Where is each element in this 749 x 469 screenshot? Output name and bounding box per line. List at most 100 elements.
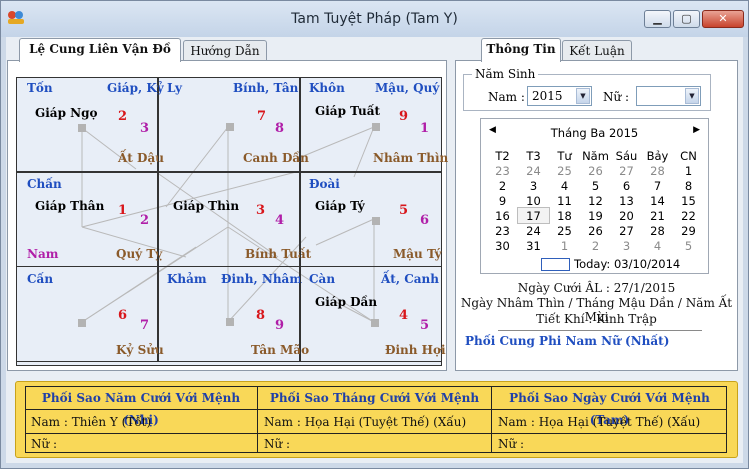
calendar-day[interactable]: 25 [549, 223, 580, 238]
calendar-day[interactable]: 17 [517, 207, 550, 224]
palace-name: Cấn [27, 272, 54, 286]
calendar-day[interactable]: 18 [549, 208, 580, 223]
palace-gname: Giáp Tuất [315, 104, 381, 118]
calendar-day[interactable]: 4 [642, 238, 673, 253]
calendar-day[interactable]: 19 [580, 208, 611, 223]
calendar-day[interactable]: 25 [549, 163, 580, 178]
calendar-grid: T2 T3 Tư Năm Sáu Bảy CN 23 24 25 26 27 28 1 2 3 4 5 6 7 8 9 1… [487, 148, 704, 253]
calendar[interactable]: ◀ Tháng Ba 2015 ▶ T2 T3 Tư Năm Sáu Bảy CN 23 24… [480, 118, 709, 274]
calendar-day[interactable]: 22 [673, 208, 704, 223]
calendar-day[interactable]: 9 [487, 193, 518, 208]
tab-ket-luan[interactable]: Kết Luận [562, 40, 632, 62]
palace-number-1: 9 [399, 109, 409, 124]
palace-center[interactable]: Giáp Thìn 3 4 Bính Tuất [158, 171, 311, 267]
calendar-day[interactable]: 2 [580, 238, 611, 253]
calendar-day[interactable]: 29 [673, 223, 704, 238]
calendar-day[interactable]: 20 [611, 208, 642, 223]
palace-can-northeast[interactable]: Cấn 6 7 Kỷ Sửu [16, 266, 164, 362]
palace-khon[interactable]: Khôn Mậu, Quý Giáp Tuất 9 1 Nhâm Thìn [300, 77, 448, 173]
nam-year-select[interactable]: 2015 ▼ [527, 86, 592, 106]
calendar-day[interactable]: 23 [487, 223, 518, 238]
palace-branch: Mậu Tý [393, 247, 442, 261]
palace-number-2: 6 [420, 213, 430, 228]
calendar-day[interactable]: 11 [549, 193, 580, 208]
palace-kham[interactable]: Khảm Đinh, Nhâm 8 9 Tân Mão [158, 266, 309, 362]
nam-result: Nam : Thiên Y (Tốt) [31, 415, 152, 429]
calendar-day[interactable]: 31 [518, 238, 549, 253]
calendar-day[interactable]: 12 [580, 193, 611, 208]
palace-can: Mậu, Quý [375, 81, 440, 95]
palace-name: Tốn [27, 81, 53, 95]
palace-chan[interactable]: Chấn Giáp Thân 1 2 Nam Quý Tỵ [16, 171, 162, 267]
calendar-day[interactable]: 4 [549, 178, 580, 193]
palace-marker [371, 319, 379, 327]
nu-result: Nữ : [31, 437, 58, 451]
maximize-button[interactable]: ▢ [673, 10, 700, 28]
palace-ton[interactable]: Tốn Giáp, Kỷ Giáp Ngọ 2 3 Ất Dậu [16, 77, 164, 173]
palace-can: Bính, Tân [233, 81, 299, 95]
calendar-day[interactable]: 5 [580, 178, 611, 193]
chevron-down-icon[interactable]: ▼ [576, 88, 590, 104]
nu-result: Nữ : [498, 437, 525, 451]
close-button[interactable]: ✕ [702, 10, 744, 28]
chevron-down-icon[interactable]: ▼ [685, 88, 699, 104]
calendar-day[interactable]: 28 [642, 163, 673, 178]
nam-label: Nam [27, 247, 59, 261]
palace-number-2: 9 [275, 318, 285, 333]
calendar-day[interactable]: 24 [518, 223, 549, 238]
calendar-day[interactable]: 14 [642, 193, 673, 208]
palace-marker [78, 319, 86, 327]
calendar-day[interactable]: 16 [487, 208, 518, 223]
tab-thong-tin[interactable]: Thông Tin [481, 38, 561, 62]
nu-year-select[interactable]: ▼ [636, 86, 701, 106]
calendar-day[interactable]: 8 [673, 178, 704, 193]
palace-gname: Giáp Tý [315, 199, 365, 213]
palace-marker [372, 217, 380, 225]
palace-can-northwest[interactable]: Càn Ất, Canh Giáp Dần 4 5 Đinh Hợi [300, 266, 446, 362]
palace-doai[interactable]: Đoài Giáp Tý 5 6 Mậu Tý [300, 171, 442, 267]
calendar-day[interactable]: 15 [673, 193, 704, 208]
calendar-day[interactable]: 21 [642, 208, 673, 223]
palace-branch: Canh Dần [243, 151, 309, 165]
calendar-day[interactable]: 28 [642, 223, 673, 238]
header-ngay-cuoi: Phối Sao Ngày Cưới Với Mệnh (Tam) [509, 391, 710, 427]
palace-gname: Giáp Dần [315, 295, 378, 309]
palace-name: Khảm [167, 272, 207, 286]
calendar-day[interactable]: 10 [518, 193, 549, 208]
palace-number-1: 5 [399, 203, 409, 218]
calendar-day[interactable]: 24 [518, 163, 549, 178]
calendar-day[interactable]: 27 [611, 223, 642, 238]
next-month-icon[interactable]: ▶ [693, 125, 700, 135]
palace-ly[interactable]: Ly Bính, Tân 7 8 Canh Dần [158, 77, 309, 173]
calendar-day[interactable]: 26 [580, 163, 611, 178]
palace-number-2: 1 [420, 121, 430, 136]
calendar-day[interactable]: 26 [580, 223, 611, 238]
palace-number-1: 1 [118, 203, 128, 218]
calendar-day[interactable]: 3 [518, 178, 549, 193]
title-bar[interactable]: Tam Tuyệt Pháp (Tam Y) ▁ ▢ ✕ [1, 1, 748, 37]
weekday-header: T3 [526, 148, 541, 163]
calendar-day[interactable]: 13 [611, 193, 642, 208]
tab-le-cung[interactable]: Lệ Cung Liên Vận Đồ [19, 38, 181, 62]
calendar-day[interactable]: 2 [487, 178, 518, 193]
palace-number-1: 2 [118, 109, 128, 124]
calendar-day[interactable]: 23 [487, 163, 518, 178]
wedding-date-lunar: Ngày Cưới ÂL : 27/1/2015 [517, 281, 676, 295]
weekday-header: Tư [557, 148, 572, 163]
calendar-day[interactable]: 7 [642, 178, 673, 193]
calendar-day[interactable]: 1 [673, 163, 704, 178]
phoi-cung-link[interactable]: Phối Cung Phi Nam Nữ (Nhất) [465, 334, 669, 348]
palace-number-1: 8 [256, 308, 266, 323]
calendar-day[interactable]: 30 [487, 238, 518, 253]
calendar-day[interactable]: 27 [611, 163, 642, 178]
calendar-day[interactable]: 3 [611, 238, 642, 253]
palace-number-2: 8 [275, 121, 285, 136]
tab-huong-dan[interactable]: Hướng Dẫn [183, 40, 267, 62]
separator [498, 330, 702, 331]
calendar-day[interactable]: 6 [611, 178, 642, 193]
calendar-day[interactable]: 5 [673, 238, 704, 253]
today-link[interactable]: Today: 03/10/2014 [574, 257, 680, 271]
palace-name: Càn [309, 272, 336, 286]
minimize-button[interactable]: ▁ [644, 10, 671, 28]
calendar-day[interactable]: 1 [549, 238, 580, 253]
